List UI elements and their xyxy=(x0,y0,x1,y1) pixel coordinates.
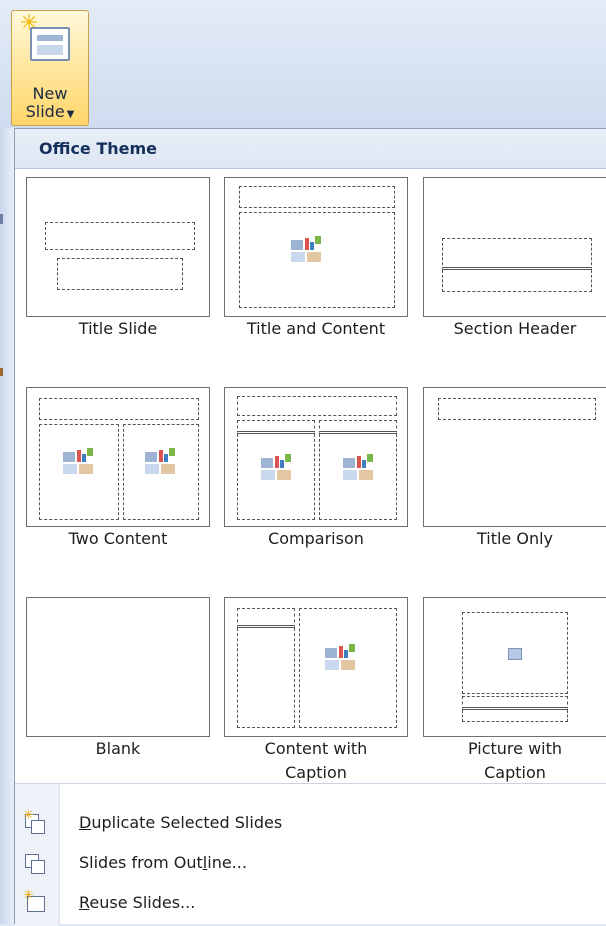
menu-label-reuse: Reuse Slides... xyxy=(79,893,196,912)
layout-title-and-content[interactable] xyxy=(224,177,408,317)
layout-section-header[interactable] xyxy=(423,177,606,317)
layout-title-slide[interactable] xyxy=(26,177,210,317)
layout-label-title-only: Title Only xyxy=(476,529,554,548)
menu-item-slides-from-outline[interactable]: Slides from Outline... xyxy=(15,844,606,884)
layout-comparison[interactable] xyxy=(224,387,408,527)
menu-item-reuse-slides[interactable]: ✳ Reuse Slides... xyxy=(15,884,606,924)
layout-title-only[interactable] xyxy=(423,387,606,527)
picture-placeholder-icon xyxy=(508,648,522,660)
content-placeholder-icon xyxy=(261,454,291,480)
content-placeholder-icon xyxy=(63,448,93,474)
new-slide-menu: ✳ Duplicate Selected Slides Slides from … xyxy=(15,783,606,926)
layout-blank[interactable] xyxy=(26,597,210,737)
layout-label-two-content: Two Content xyxy=(68,529,168,548)
ribbon: ✳ New Slide ▼ xyxy=(0,0,606,128)
reuse-slides-icon: ✳ xyxy=(23,888,47,914)
content-placeholder-icon xyxy=(325,644,355,670)
layout-picture-with-caption[interactable] xyxy=(423,597,606,737)
dropdown-arrow-icon: ▼ xyxy=(66,109,75,120)
new-slide-dropdown: Office Theme Title Slide Title and Conte… xyxy=(14,128,606,926)
layout-label-title-and-content: Title and Content xyxy=(246,319,386,338)
layout-label-title-slide: Title Slide xyxy=(78,319,158,338)
menu-label-outline: Slides from Outline... xyxy=(79,853,247,872)
new-slide-button[interactable]: ✳ New Slide ▼ xyxy=(11,10,89,126)
layout-label-line2: Caption xyxy=(484,763,546,782)
slide-pane-edge xyxy=(0,128,14,924)
layout-label-picture-with-caption: Picture with Caption xyxy=(423,737,606,785)
layout-label-comparison: Comparison xyxy=(268,529,364,548)
menu-label-duplicate: Duplicate Selected Slides xyxy=(79,813,283,832)
layout-label-line2: Caption xyxy=(285,763,347,782)
content-placeholder-icon xyxy=(291,236,321,262)
layout-label-line1: Content with xyxy=(264,739,368,758)
layout-label-line1: Picture with xyxy=(467,739,563,758)
menu-item-duplicate-selected-slides[interactable]: ✳ Duplicate Selected Slides xyxy=(15,804,606,844)
layout-two-content[interactable] xyxy=(26,387,210,527)
duplicate-slides-icon: ✳ xyxy=(23,808,47,834)
content-placeholder-icon xyxy=(145,448,175,474)
new-slide-label-line2: Slide ▼ xyxy=(25,102,75,121)
new-slide-label-line1: New xyxy=(32,84,68,103)
new-slide-icon xyxy=(30,27,70,61)
content-placeholder-icon xyxy=(343,454,373,480)
layout-label-blank: Blank xyxy=(95,739,141,758)
gallery-header: Office Theme xyxy=(15,129,606,169)
slides-from-outline-icon xyxy=(25,854,47,874)
layout-label-section-header: Section Header xyxy=(453,319,577,338)
layout-content-with-caption[interactable] xyxy=(224,597,408,737)
layout-label-content-with-caption: Content with Caption xyxy=(224,737,408,785)
